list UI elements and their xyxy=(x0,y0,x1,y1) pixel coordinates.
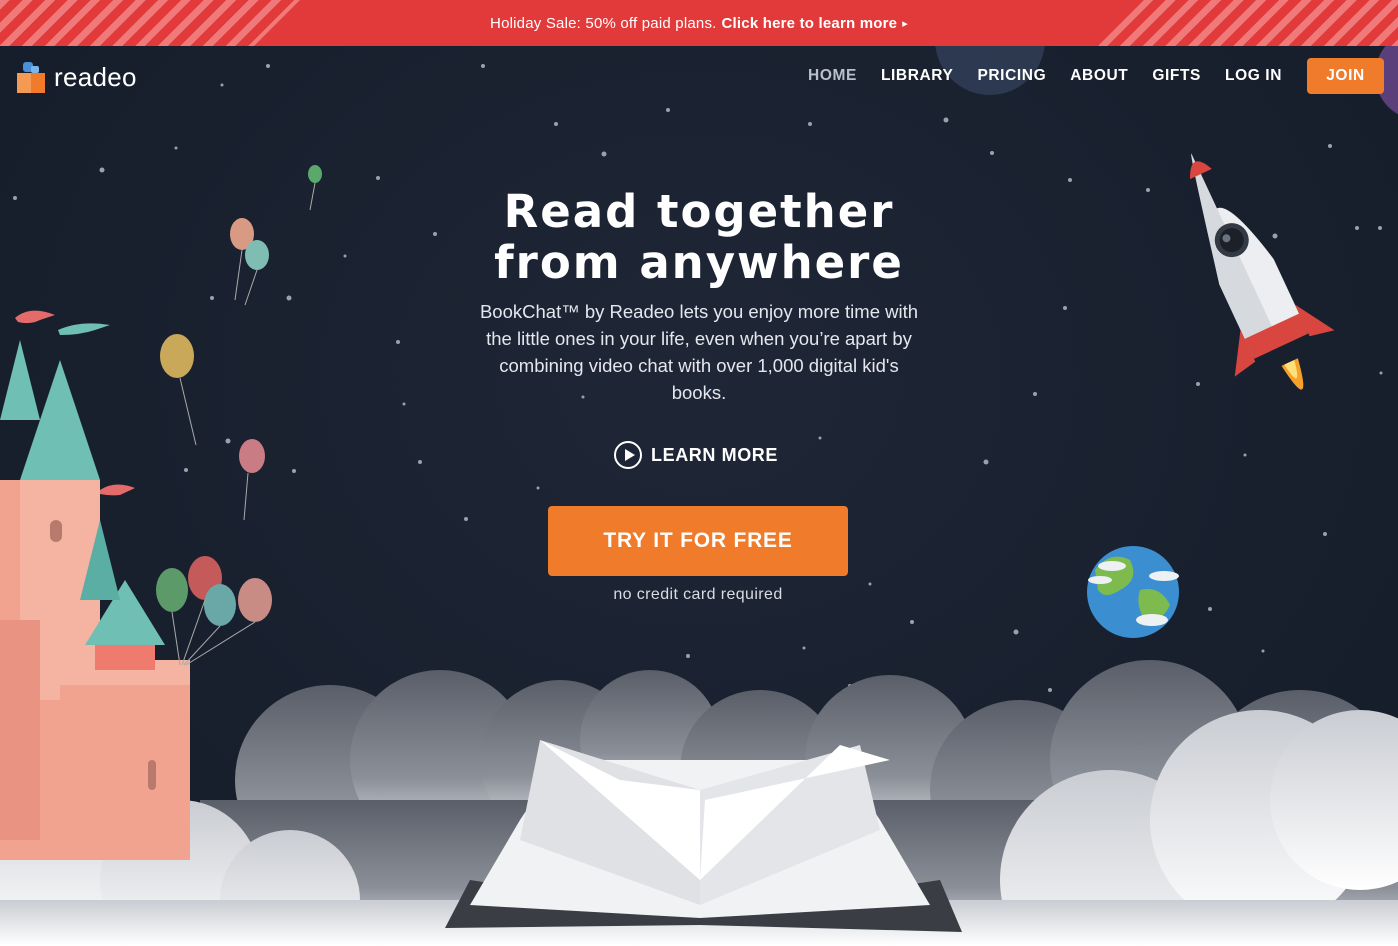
banner-stripes-right xyxy=(1098,0,1398,46)
promo-message: Holiday Sale: 50% off paid plans. Click … xyxy=(490,15,908,32)
hero-title-line2: from anywhere xyxy=(494,236,904,289)
nav-pricing[interactable]: PRICING xyxy=(977,67,1046,85)
rocket-illustration xyxy=(1190,153,1335,390)
promo-text: Holiday Sale: 50% off paid plans. xyxy=(490,14,717,32)
earth-illustration xyxy=(1087,546,1179,638)
hero-illustration xyxy=(0,0,1398,946)
nav-gifts[interactable]: GIFTS xyxy=(1152,67,1201,85)
logo-text: readeo xyxy=(54,61,137,92)
top-navigation: readeo HOME LIBRARY PRICING ABOUT GIFTS … xyxy=(0,46,1398,106)
nav-about[interactable]: ABOUT xyxy=(1070,67,1128,85)
logo[interactable]: readeo xyxy=(16,60,137,94)
join-button[interactable]: JOIN xyxy=(1307,58,1384,94)
caret-right-icon[interactable]: ▸ xyxy=(902,17,908,30)
gift-box-icon xyxy=(17,62,45,93)
hero-title: Read together from anywhere xyxy=(399,186,999,288)
learn-more-label[interactable]: LEARN MORE xyxy=(651,445,778,466)
nav-links: HOME LIBRARY PRICING ABOUT GIFTS LOG IN … xyxy=(784,58,1384,94)
nav-library[interactable]: LIBRARY xyxy=(881,67,954,85)
no-credit-card-note: no credit card required xyxy=(613,586,783,603)
try-free-button[interactable]: TRY IT FOR FREE xyxy=(548,506,848,576)
learn-more-button[interactable]: LEARN MORE xyxy=(614,441,778,469)
nav-log-in[interactable]: LOG IN xyxy=(1225,67,1282,85)
promo-banner: Holiday Sale: 50% off paid plans. Click … xyxy=(0,0,1398,46)
play-icon[interactable] xyxy=(614,441,642,469)
nav-home[interactable]: HOME xyxy=(808,67,857,85)
hero-section: Read together from anywhere BookChat™ by… xyxy=(399,186,999,406)
hero-subtitle: BookChat™ by Readeo lets you enjoy more … xyxy=(479,301,919,403)
banner-stripes-left xyxy=(0,0,300,46)
balloons xyxy=(156,165,322,666)
promo-link[interactable]: Click here to learn more xyxy=(722,15,898,32)
hero-title-line1: Read together xyxy=(503,185,895,238)
page-background: Holiday Sale: 50% off paid plans. Click … xyxy=(0,0,1398,946)
